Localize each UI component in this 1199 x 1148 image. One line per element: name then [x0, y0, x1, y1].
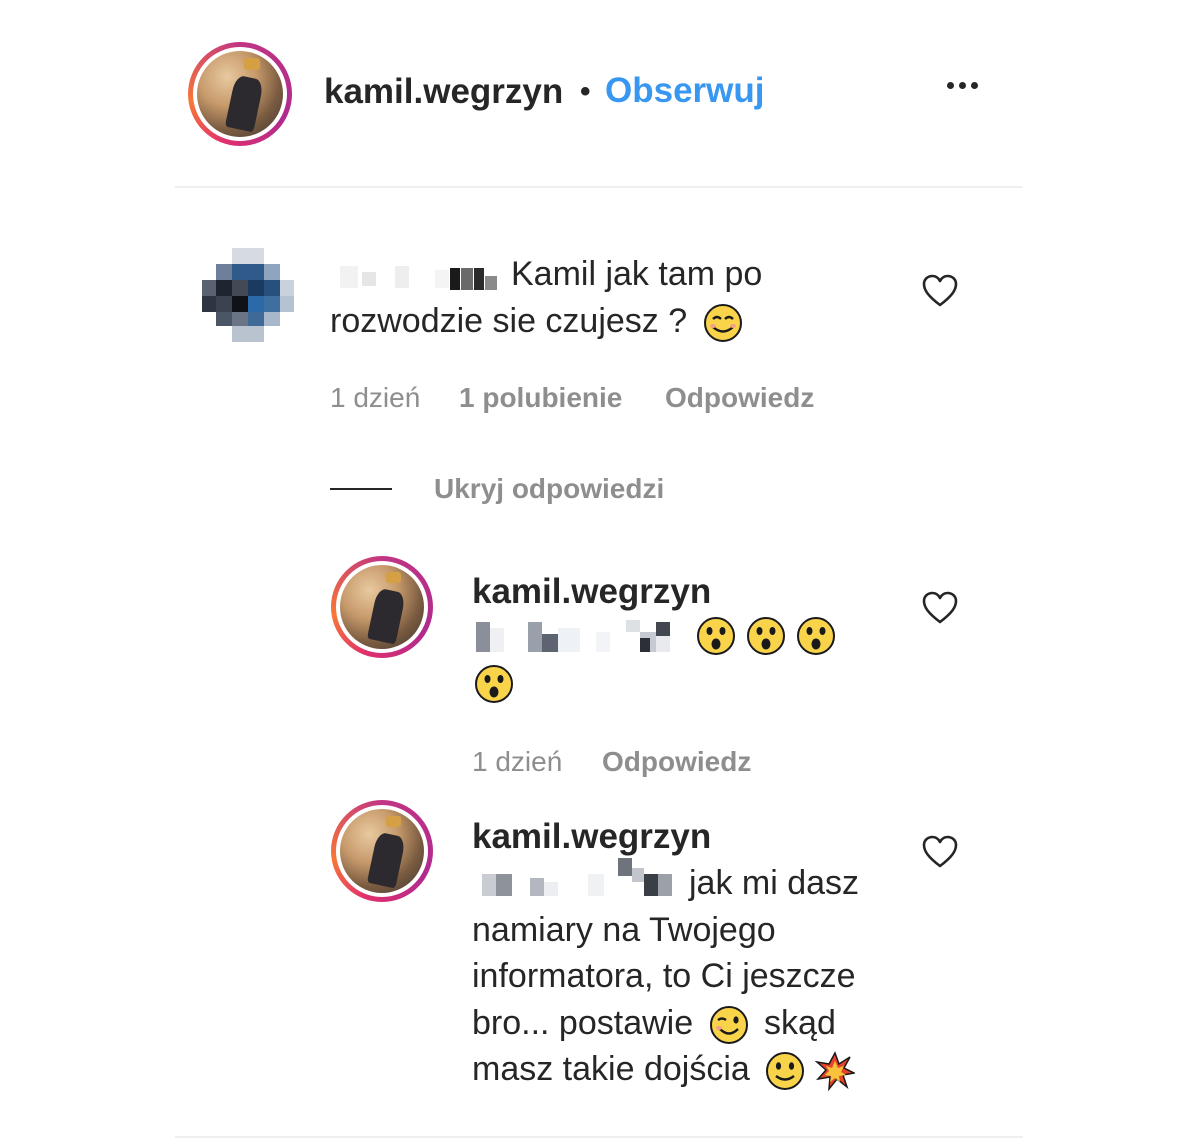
- hide-replies-line: [330, 488, 392, 490]
- comment-like-heart-icon[interactable]: [922, 274, 958, 308]
- reply2-censored-mention: [478, 856, 688, 902]
- reply1-like-heart-icon[interactable]: [922, 591, 958, 625]
- reply2-avatar[interactable]: [331, 800, 433, 902]
- astonished-face-icon: [696, 616, 736, 656]
- slightly-smiling-face-icon: [765, 1051, 805, 1091]
- reply1-username[interactable]: kamil.wegrzyn: [472, 572, 711, 612]
- astonished-face-icon: [474, 664, 514, 704]
- reply2-text-line3: informatora, to Ci jeszcze: [472, 957, 856, 995]
- comment-text-line2-content: rozwodzie sie czujesz ?: [330, 302, 688, 340]
- more-options-icon[interactable]: [947, 82, 978, 89]
- reply1-reply-button[interactable]: Odpowiedz: [602, 746, 751, 778]
- comment-reply-button[interactable]: Odpowiedz: [665, 382, 814, 414]
- reply1-censored-mention: [476, 618, 686, 656]
- bottom-divider: [175, 1136, 1023, 1138]
- reply2-text-line4: bro... postawie skąd: [472, 1000, 836, 1047]
- winking-face-icon: [709, 1005, 749, 1045]
- follow-button[interactable]: Obserwuj: [605, 71, 764, 111]
- reply2-like-heart-icon[interactable]: [922, 835, 958, 869]
- reply2-username[interactable]: kamil.wegrzyn: [472, 817, 711, 857]
- reply1-emojis: [694, 616, 854, 716]
- header-divider: [175, 186, 1023, 188]
- comment-likes-count[interactable]: 1 polubienie: [459, 382, 622, 414]
- reply2-text-line2: namiary na Twojego: [472, 911, 776, 949]
- header-avatar[interactable]: [188, 42, 292, 146]
- reply2-text-line5: masz takie dojścia: [472, 1046, 857, 1093]
- reply2-text-line4b: skąd: [764, 1004, 836, 1042]
- reply2-text-line4a: bro... postawie: [472, 1004, 694, 1042]
- commenter-avatar[interactable]: [202, 248, 294, 342]
- smiling-face-icon: [703, 303, 743, 343]
- astonished-face-icon: [796, 616, 836, 656]
- reply1-time[interactable]: 1 dzień: [472, 746, 562, 778]
- censored-username: [340, 258, 500, 298]
- reply1-avatar[interactable]: [331, 556, 433, 658]
- header-separator: •: [580, 75, 591, 108]
- astonished-face-icon: [746, 616, 786, 656]
- comment-time[interactable]: 1 dzień: [330, 382, 420, 414]
- hide-replies-button[interactable]: Ukryj odpowiedzi: [434, 473, 664, 505]
- reply2-text-line1: jak mi dasz: [689, 864, 860, 902]
- comment-text-line1: Kamil jak tam po: [511, 255, 763, 293]
- collision-icon: [814, 1051, 857, 1092]
- header-username[interactable]: kamil.wegrzyn: [324, 72, 563, 112]
- comment-text-line2: rozwodzie sie czujesz ?: [330, 298, 743, 345]
- reply2-text-line5-content: masz takie dojścia: [472, 1050, 750, 1088]
